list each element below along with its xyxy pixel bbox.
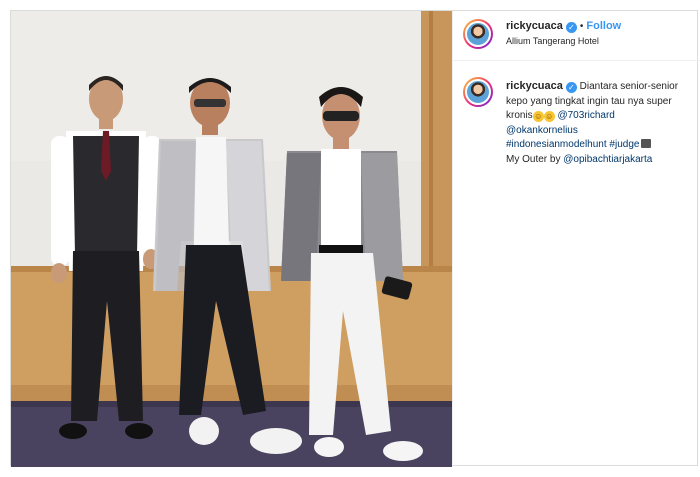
caption-line-4: @okankornelius <box>506 124 700 139</box>
mention-703richard[interactable]: @703richard <box>557 110 614 121</box>
follow-button[interactable]: Follow <box>586 20 621 32</box>
verified-badge-icon: ✓ <box>565 22 577 33</box>
caption-avatar[interactable] <box>463 77 493 107</box>
caption-text: rickycuaca ✓ Diantara senior-senior kepo … <box>506 79 700 167</box>
rolling-laughing-emoji-icon: ☺ <box>543 111 555 122</box>
caption-verified-badge-icon: ✓ <box>565 82 577 93</box>
caption-comment: rickycuaca ✓ Diantara senior-senior kepo … <box>453 71 700 211</box>
caption-profile-photo <box>465 79 491 105</box>
caption-text-1: Diantara senior-senior <box>579 81 679 92</box>
post-photo-image <box>11 11 452 467</box>
location-link[interactable]: Allium Tangerang Hotel <box>506 36 599 46</box>
separator-dot: • <box>579 21 584 32</box>
instagram-post: rickycuaca ✓ • Follow Allium Tangerang Hote… <box>10 10 700 467</box>
caption-line-1: rickycuaca ✓ Diantara senior-senior <box>506 79 700 95</box>
caption-line-2: kepo yang tingkat ingin tau nya super <box>506 95 672 107</box>
hashtag-judge[interactable]: #judge <box>609 139 639 150</box>
caption-username[interactable]: rickycuaca <box>506 80 563 92</box>
caption-line-3: kronis☺ ☺ @703richard <box>506 109 700 124</box>
mention-opibachtiarjakarta[interactable]: @opibachtiarjakarta <box>563 154 652 165</box>
header-user-line: rickycuaca ✓ • Follow <box>506 20 621 33</box>
post-photo[interactable] <box>11 11 452 467</box>
clapper-board-emoji-icon <box>641 139 652 148</box>
caption-text-6: My Outer by <box>506 153 561 165</box>
profile-avatar[interactable] <box>463 19 493 49</box>
post-header: rickycuaca ✓ • Follow Allium Tangerang Hote… <box>453 11 700 61</box>
caption-text-3: kronis <box>506 110 533 121</box>
mention-okankornelius[interactable]: @okankornelius <box>506 125 578 136</box>
grinning-sweat-emoji-icon: ☺ <box>532 111 544 122</box>
caption-line-5: #indonesianmodelhunt #judge <box>506 138 700 153</box>
header-username[interactable]: rickycuaca <box>506 20 563 32</box>
caption-line-6: My Outer by @opibachtiarjakarta <box>506 153 700 168</box>
post-sidebar: rickycuaca ✓ • Follow Allium Tangerang Hote… <box>452 11 700 467</box>
profile-photo <box>465 21 491 47</box>
hashtag-indonesianmodelhunt[interactable]: #indonesianmodelhunt <box>506 139 607 150</box>
